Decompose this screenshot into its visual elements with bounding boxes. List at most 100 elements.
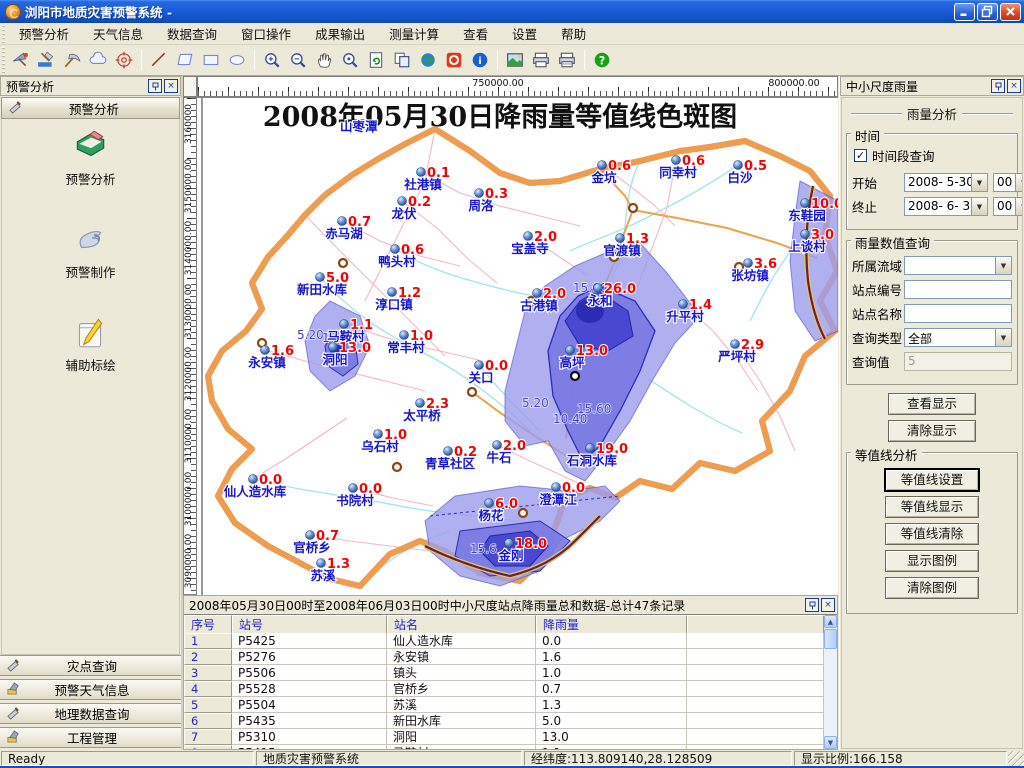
toolbar-grip-handle[interactable]	[0, 45, 7, 75]
station-name-cell[interactable]: 永安镇	[387, 649, 536, 665]
station-code-cell[interactable]: P5276	[232, 649, 387, 665]
station-marker-icon[interactable]	[801, 199, 810, 208]
sidebar-item-2[interactable]: 地理数据查询	[0, 703, 181, 724]
station-name-cell[interactable]: 新田水库	[387, 713, 536, 729]
map-station[interactable]: 0.7官桥乡	[293, 529, 339, 555]
table-column-header-1[interactable]: 站号	[232, 615, 387, 634]
scroll-up-icon[interactable]: ▲	[824, 615, 837, 628]
refresh-view-icon[interactable]	[364, 48, 388, 72]
table-row[interactable]: 2P5276永安镇1.6	[184, 649, 824, 665]
station-marker-icon[interactable]	[388, 288, 397, 297]
table-row[interactable]: 3P5506镇头1.0	[184, 665, 824, 681]
station-marker-icon[interactable]	[493, 441, 502, 450]
station-marker-icon[interactable]	[261, 346, 270, 355]
map-station[interactable]: 0.3周洛	[468, 187, 508, 213]
station-name-cell[interactable]: 马鞍村	[387, 745, 536, 749]
end-date-select[interactable]: 2008- 6- 3 ▼	[904, 197, 988, 216]
station-marker-icon[interactable]	[391, 245, 400, 254]
table-column-header-3[interactable]: 降雨量	[536, 615, 687, 634]
close-icon[interactable]: ×	[1007, 79, 1021, 93]
map-station[interactable]: 0.5白沙	[727, 159, 767, 185]
pick-hammer-icon[interactable]	[60, 48, 84, 72]
station-code-cell[interactable]: P5310	[232, 729, 387, 745]
station-name-input[interactable]	[904, 304, 1012, 323]
query-type-select[interactable]: 全部 ▼	[904, 328, 1012, 347]
map-station[interactable]: 1.6永安镇	[247, 344, 294, 370]
map-station[interactable]: 0.6同幸村	[659, 154, 705, 180]
menu-item-0[interactable]: 预警分析	[7, 21, 81, 46]
map-station[interactable]: 0.2青草社区	[425, 445, 477, 471]
sidebar-item-warning-make[interactable]: 预警制作	[65, 220, 115, 281]
table-row[interactable]: 5P5504苏溪1.3	[184, 697, 824, 713]
station-marker-icon[interactable]	[801, 230, 810, 239]
station-code-cell[interactable]: P5415	[232, 745, 387, 749]
map-image-icon[interactable]	[503, 48, 527, 72]
station-marker-icon[interactable]	[744, 259, 753, 268]
rainfall-value-cell[interactable]: 13.0	[536, 729, 687, 745]
pin-icon[interactable]	[991, 79, 1005, 93]
station-marker-icon[interactable]	[316, 273, 325, 282]
rainfall-value-cell[interactable]: 0.7	[536, 681, 687, 697]
show-legend-button[interactable]: 显示图例	[885, 550, 979, 572]
draw-line-icon[interactable]	[147, 48, 171, 72]
map-canvas[interactable]: 2008年05月30日降雨量等值线色斑图 山枣潭5.2010.4015.605.…	[197, 97, 838, 595]
map-station[interactable]: 2.3太平桥	[403, 397, 449, 423]
close-icon[interactable]: ×	[164, 79, 178, 93]
station-marker-icon[interactable]	[249, 475, 258, 484]
station-marker-icon[interactable]	[398, 197, 407, 206]
station-marker-icon[interactable]	[672, 156, 681, 165]
zoom-in-icon[interactable]	[260, 48, 284, 72]
station-marker-icon[interactable]	[349, 484, 358, 493]
draw-polygon-icon[interactable]	[173, 48, 197, 72]
row-index-cell[interactable]: 4	[184, 681, 232, 697]
station-marker-icon[interactable]	[400, 331, 409, 340]
station-marker-icon[interactable]	[598, 161, 607, 170]
station-name-cell[interactable]: 苏溪	[387, 697, 536, 713]
contour-show-button[interactable]: 等值线显示	[885, 496, 979, 518]
end-hour-select[interactable]: 00 ▼	[993, 197, 1023, 216]
map-station[interactable]: 1.3苏溪	[310, 557, 350, 583]
row-index-cell[interactable]: 7	[184, 729, 232, 745]
station-marker-icon[interactable]	[533, 289, 542, 298]
map-station[interactable]: 0.6鸭头村	[378, 243, 424, 269]
station-marker-icon[interactable]	[306, 531, 315, 540]
station-marker-icon[interactable]	[594, 284, 603, 293]
minimize-button[interactable]	[954, 3, 975, 21]
table-row[interactable]: 7P5310洞阳13.0	[184, 729, 824, 745]
map-station[interactable]: 5.0新田水库	[297, 271, 349, 297]
map-station[interactable]: 0.0仙人造水库	[224, 473, 287, 499]
station-marker-icon[interactable]	[505, 539, 514, 548]
table-row[interactable]: 8P5415马鞍村1.1	[184, 745, 824, 749]
query-value-input[interactable]: 5	[904, 352, 1012, 371]
chevron-down-icon[interactable]: ▼	[971, 174, 987, 191]
station-marker-icon[interactable]	[552, 483, 561, 492]
row-index-cell[interactable]: 2	[184, 649, 232, 665]
map-station[interactable]: 1.0乌石村	[361, 428, 407, 454]
station-marker-icon[interactable]	[475, 361, 484, 370]
map-station[interactable]: 2.0牛石	[486, 439, 526, 465]
table-column-header-0[interactable]: 序号	[184, 615, 232, 634]
target-locate-icon[interactable]	[112, 48, 136, 72]
station-name-cell[interactable]: 官桥乡	[387, 681, 536, 697]
chevron-down-icon[interactable]: ▼	[1015, 198, 1023, 215]
maximize-button[interactable]	[977, 3, 998, 21]
station-marker-icon[interactable]	[374, 430, 383, 439]
rainfall-value-cell[interactable]: 1.3	[536, 697, 687, 713]
table-row[interactable]: 4P5528官桥乡0.7	[184, 681, 824, 697]
resize-grip-icon[interactable]	[1008, 751, 1024, 766]
clear-query-button[interactable]: 清除显示	[888, 420, 976, 442]
cloud-icon[interactable]	[86, 48, 110, 72]
chevron-down-icon[interactable]: ▼	[995, 257, 1011, 274]
map-station[interactable]: 0.7赤马湖	[325, 215, 371, 241]
map-station[interactable]: 0.6金坑	[590, 159, 631, 185]
start-hour-select[interactable]: 00 ▼	[993, 173, 1023, 192]
map-station[interactable]: 0.0关口	[468, 359, 508, 385]
menu-item-5[interactable]: 测量计算	[377, 21, 451, 46]
station-marker-icon[interactable]	[586, 444, 595, 453]
draw-rect-icon[interactable]	[199, 48, 223, 72]
station-code-input[interactable]	[904, 280, 1012, 299]
station-marker-icon[interactable]	[679, 300, 688, 309]
table-row[interactable]: 1P5425仙人造水库0.0	[184, 633, 824, 649]
station-code-cell[interactable]: P5506	[232, 665, 387, 681]
station-marker-icon[interactable]	[416, 399, 425, 408]
